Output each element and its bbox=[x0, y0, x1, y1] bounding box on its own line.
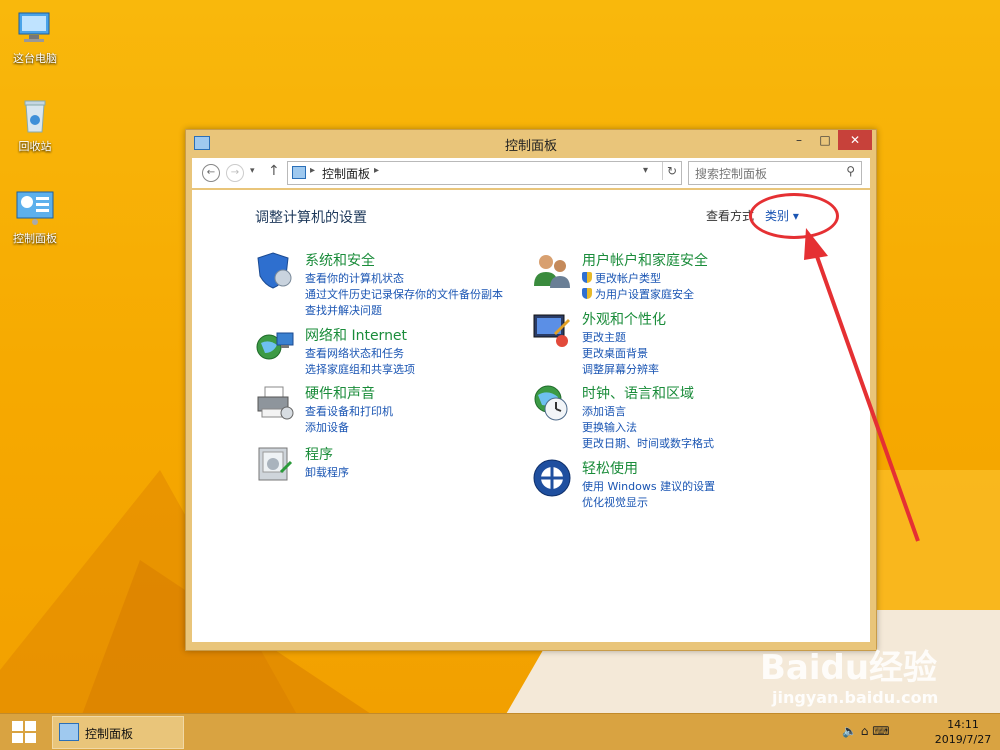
task-link[interactable]: 优化视觉显示 bbox=[582, 494, 648, 510]
category-programs: 程序 卸载程序 bbox=[255, 444, 515, 484]
network-icon[interactable]: ⌂ bbox=[861, 724, 869, 738]
task-link[interactable]: 使用 Windows 建议的设置 bbox=[582, 478, 715, 494]
desktop-icon-label: 回收站 bbox=[18, 140, 52, 153]
task-link[interactable]: 添加设备 bbox=[305, 419, 349, 435]
recent-locations-button[interactable]: ▾ bbox=[250, 166, 255, 176]
desktop-icon-control-panel[interactable]: 控制面板 bbox=[3, 190, 67, 246]
task-link[interactable]: 查看设备和打印机 bbox=[305, 403, 393, 419]
up-button[interactable]: ↑ bbox=[268, 163, 280, 179]
view-by-label: 查看方式 bbox=[706, 209, 755, 223]
category-title[interactable]: 系统和安全 bbox=[305, 250, 375, 270]
clock-date: 2019/7/27 bbox=[934, 733, 992, 746]
search-placeholder: 搜索控制面板 bbox=[695, 167, 768, 181]
control-panel-icon bbox=[15, 190, 55, 226]
minimize-button[interactable]: – bbox=[786, 130, 812, 150]
task-link[interactable]: 卸载程序 bbox=[305, 464, 349, 480]
page-title: 调整计算机的设置 bbox=[255, 210, 367, 226]
task-link[interactable]: 查看网络状态和任务 bbox=[305, 345, 404, 361]
category-title[interactable]: 轻松使用 bbox=[582, 458, 638, 478]
main-content: 调整计算机的设置 查看方式 类别 ▾ 系统和安全 查看你的计算机状态 通过文件历… bbox=[192, 190, 920, 642]
task-link[interactable]: 选择家庭组和共享选项 bbox=[305, 361, 415, 377]
task-link[interactable]: 更改帐户类型 bbox=[582, 270, 661, 286]
category-ease-of-access: 轻松使用 使用 Windows 建议的设置 优化视觉显示 bbox=[532, 458, 792, 510]
task-link[interactable]: 更换输入法 bbox=[582, 419, 637, 435]
shield-icon bbox=[255, 250, 295, 290]
navigation-bar: ← → ▾ ↑ ▸ 控制面板 ▸ ▾ ↻ 搜索控制面板 ⚲ bbox=[192, 158, 870, 188]
category-title[interactable]: 程序 bbox=[305, 444, 333, 464]
desktop-icon-recycle-bin[interactable]: 回收站 bbox=[3, 98, 67, 154]
desktop-icon-label: 控制面板 bbox=[13, 232, 57, 245]
task-link[interactable]: 更改主题 bbox=[582, 329, 626, 345]
search-icon[interactable]: ⚲ bbox=[846, 164, 855, 178]
watermark-brand: Baidu经验 bbox=[760, 648, 938, 688]
ease-of-access-icon bbox=[532, 458, 572, 498]
task-link[interactable]: 查找并解决问题 bbox=[305, 302, 382, 318]
chevron-right-icon[interactable]: ▸ bbox=[310, 165, 315, 176]
task-link[interactable]: 更改桌面背景 bbox=[582, 345, 648, 361]
users-icon bbox=[532, 250, 572, 290]
category-title[interactable]: 用户帐户和家庭安全 bbox=[582, 250, 708, 270]
category-system-security: 系统和安全 查看你的计算机状态 通过文件历史记录保存你的文件备份副本 查找并解决… bbox=[255, 250, 515, 320]
control-panel-icon bbox=[292, 166, 306, 179]
task-link[interactable]: 添加语言 bbox=[582, 403, 626, 419]
task-link[interactable]: 更改日期、时间或数字格式 bbox=[582, 435, 714, 451]
refresh-button[interactable]: ↻ bbox=[662, 162, 681, 180]
taskbar-item-control-panel[interactable]: 控制面板 bbox=[52, 716, 184, 749]
start-button[interactable] bbox=[12, 721, 36, 743]
window-title: 控制面板 bbox=[504, 139, 557, 154]
category-title[interactable]: 网络和 Internet bbox=[305, 325, 407, 345]
category-hardware-sound: 硬件和声音 查看设备和打印机 添加设备 bbox=[255, 383, 515, 435]
category-title[interactable]: 硬件和声音 bbox=[305, 383, 375, 403]
close-button[interactable]: ✕ bbox=[838, 130, 872, 150]
control-panel-icon bbox=[59, 723, 79, 741]
chevron-right-icon[interactable]: ▸ bbox=[374, 165, 379, 176]
address-bar[interactable]: ▸ 控制面板 ▸ ▾ bbox=[287, 161, 682, 185]
watermark-url: jingyan.baidu.com bbox=[772, 688, 939, 707]
chevron-down-icon[interactable]: ▾ bbox=[643, 165, 648, 176]
taskbar: 控制面板 🔈 ⌂ ⌨ 14:11 2019/7/27 bbox=[0, 713, 1000, 750]
category-user-accounts: 用户帐户和家庭安全 更改帐户类型 为用户设置家庭安全 bbox=[532, 250, 792, 302]
category-title[interactable]: 外观和个性化 bbox=[582, 309, 666, 329]
desktop-icon-this-pc[interactable]: 这台电脑 bbox=[3, 10, 67, 66]
display-palette-icon bbox=[532, 309, 572, 349]
forward-button[interactable]: → bbox=[226, 164, 244, 182]
category-clock-language-region: 时钟、语言和区域 添加语言 更换输入法 更改日期、时间或数字格式 bbox=[532, 383, 792, 451]
recycle-bin-icon bbox=[15, 98, 55, 134]
maximize-button[interactable]: □ bbox=[812, 130, 838, 150]
taskbar-clock[interactable]: 14:11 2019/7/27 bbox=[932, 717, 994, 747]
system-tray[interactable]: 🔈 ⌂ ⌨ bbox=[842, 724, 890, 738]
task-link[interactable]: 通过文件历史记录保存你的文件备份副本 bbox=[305, 286, 503, 302]
desktop: 这台电脑 回收站 控制面板 控制面板 – □ ✕ ← → ▾ ↑ ▸ 控制面板 … bbox=[0, 0, 1000, 713]
desktop-icon-label: 这台电脑 bbox=[13, 52, 57, 65]
taskbar-item-label: 控制面板 bbox=[85, 727, 134, 741]
breadcrumb[interactable]: 控制面板 bbox=[322, 165, 370, 182]
volume-icon[interactable]: 🔈 bbox=[842, 724, 857, 738]
control-panel-window: 控制面板 – □ ✕ ← → ▾ ↑ ▸ 控制面板 ▸ ▾ ↻ 搜索控制面板 ⚲ bbox=[185, 129, 920, 651]
task-link[interactable]: 查看你的计算机状态 bbox=[305, 270, 404, 286]
clock-time: 14:11 bbox=[947, 718, 979, 731]
computer-icon bbox=[15, 10, 55, 46]
back-button[interactable]: ← bbox=[202, 164, 220, 182]
task-link[interactable]: 调整屏幕分辨率 bbox=[582, 361, 659, 377]
printer-icon bbox=[255, 383, 295, 423]
category-title[interactable]: 时钟、语言和区域 bbox=[582, 383, 694, 403]
category-appearance: 外观和个性化 更改主题 更改桌面背景 调整屏幕分辨率 bbox=[532, 309, 792, 377]
input-method-icon[interactable]: ⌨ bbox=[872, 724, 889, 738]
clock-globe-icon bbox=[532, 383, 572, 423]
programs-icon bbox=[255, 444, 295, 484]
category-network-internet: 网络和 Internet 查看网络状态和任务 选择家庭组和共享选项 bbox=[255, 325, 515, 377]
annotation-arrow bbox=[804, 228, 920, 542]
network-globe-icon bbox=[255, 325, 295, 365]
uac-shield-icon bbox=[582, 272, 592, 283]
title-bar[interactable]: 控制面板 – □ ✕ bbox=[186, 130, 876, 156]
task-link[interactable]: 为用户设置家庭安全 bbox=[582, 286, 694, 302]
search-input[interactable]: 搜索控制面板 ⚲ bbox=[688, 161, 862, 185]
uac-shield-icon bbox=[582, 288, 592, 299]
